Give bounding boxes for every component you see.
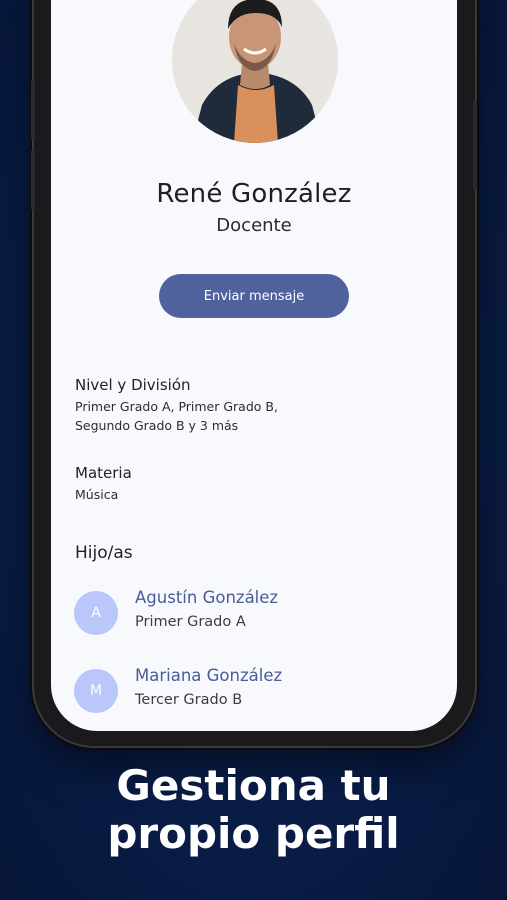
child-name[interactable]: Agustín González xyxy=(135,588,278,607)
child-avatar: A xyxy=(74,591,118,635)
child-avatar: M xyxy=(74,669,118,713)
level-division-value-line2: Segundo Grado B y 3 más xyxy=(75,418,239,433)
profile-name: René González xyxy=(156,179,352,209)
promo-headline: Gestiona tu propio perfil xyxy=(0,762,507,858)
level-division-value-line1: Primer Grado A, Primer Grado B, xyxy=(75,399,278,414)
children-section-title: Hijo/as xyxy=(75,543,133,563)
child-grade: Primer Grado A xyxy=(135,614,246,630)
phone-side-button xyxy=(473,100,477,190)
promo-headline-line2: propio perfil xyxy=(107,809,400,858)
phone-side-button xyxy=(31,80,35,140)
child-name[interactable]: Mariana González xyxy=(135,666,282,685)
send-message-button[interactable]: Enviar mensaje xyxy=(159,274,349,318)
child-list-item[interactable]: A Agustín González Primer Grado A xyxy=(74,585,434,641)
profile-role: Docente xyxy=(216,215,292,236)
child-grade: Tercer Grado B xyxy=(135,692,243,708)
phone-side-button xyxy=(31,150,35,210)
person-photo-icon xyxy=(172,0,338,143)
profile-photo xyxy=(172,0,338,143)
child-list-item[interactable]: M Mariana González Tercer Grado B xyxy=(74,663,434,719)
promo-headline-line1: Gestiona tu xyxy=(116,761,391,810)
subject-value: Música xyxy=(75,487,119,502)
subject-label: Materia xyxy=(75,464,132,482)
level-division-label: Nivel y División xyxy=(75,376,191,394)
phone-screen: René González Docente Enviar mensaje Niv… xyxy=(51,0,457,731)
